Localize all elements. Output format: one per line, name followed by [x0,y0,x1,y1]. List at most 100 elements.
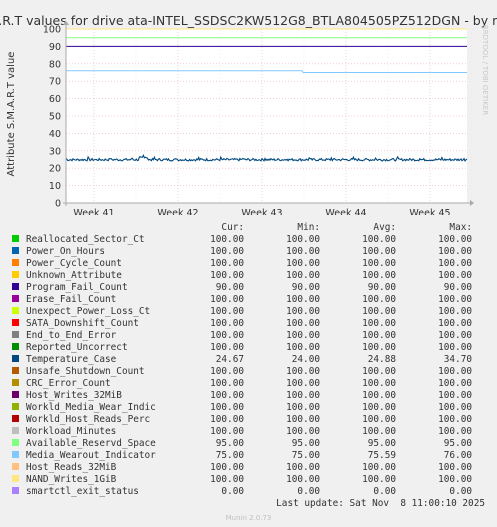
y-axis-label: Attribute S.M.A.R.T value [6,52,17,177]
legend-max-value: 76.00 [443,450,472,461]
y-tick-label: 80 [49,59,61,70]
legend-swatch [12,475,19,482]
legend-min-value: 100.00 [286,462,320,473]
legend-avg-value: 95.00 [367,438,396,449]
legend-series-name: Reported_Uncorrect [26,342,128,353]
legend-cur-value: 100.00 [210,474,244,485]
smart-chart: S.M.A.R.T values for drive ata-INTEL_SSD… [0,13,497,215]
legend-row: Media_Wearout_Indicator 75.00 75.00 75.59 76… [12,450,472,462]
legend-cur-value: 100.00 [210,294,244,305]
legend-cur-value: 100.00 [210,402,244,413]
legend-cur-value: 0.00 [221,486,244,497]
x-tick-label: Week 44 [325,208,366,215]
legend-series-name: Erase_Fail_Count [26,294,117,305]
legend-avg-value: 100.00 [362,294,396,305]
legend-min-value: 100.00 [286,414,320,425]
legend-max-value: 100.00 [438,294,472,305]
legend-min-value: 100.00 [286,378,320,389]
legend-row: Temperature_Case 24.67 24.00 24.88 34.70 [12,354,472,366]
y-tick-label: 60 [49,94,61,105]
legend-swatch [12,439,19,446]
legend-cur-value: 100.00 [210,366,244,377]
legend-avg-value: 100.00 [362,234,396,245]
legend-cur-value: 100.00 [210,330,244,341]
legend-header-avg: Avg: [373,222,396,233]
legend-min-value: 90.00 [291,282,320,293]
legend-max-value: 100.00 [438,414,472,425]
legend-cur-value: 75.00 [215,450,244,461]
legend-series-name: Workld_Host_Reads_Perc [26,414,151,425]
legend-swatch [12,355,19,362]
legend-max-value: 100.00 [438,342,472,353]
legend-min-value: 100.00 [286,258,320,269]
legend-row: smartctl_exit_status 0.00 0.00 0.00 0.00 [12,486,472,498]
y-tick-label: 100 [43,25,61,36]
legend-cur-value: 100.00 [210,426,244,437]
legend-max-value: 100.00 [438,270,472,281]
legend-cur-value: 100.00 [210,378,244,389]
legend-max-value: 100.00 [438,306,472,317]
legend-swatch [12,427,19,434]
legend-min-value: 100.00 [286,426,320,437]
chart-title: S.M.A.R.T values for drive ata-INTEL_SSD… [0,13,497,28]
legend-max-value: 100.00 [438,390,472,401]
legend-avg-value: 100.00 [362,270,396,281]
legend-max-value: 100.00 [438,402,472,413]
legend-series-name: Unsafe_Shutdown_Count [26,366,145,377]
legend-row: Workload_Minutes 100.00 100.00 100.00 100.00 [12,426,472,438]
legend-header-row: Cur: Min: Avg: Max: [12,222,472,234]
legend-avg-value: 100.00 [362,366,396,377]
legend-header-max: Max: [449,222,472,233]
legend-avg-value: 100.00 [362,402,396,413]
legend-min-value: 100.00 [286,270,320,281]
legend-swatch [12,295,19,302]
legend-series-name: Unexpect_Power_Loss_Ct [26,306,151,317]
legend-series-name: Unknown_Attribute [26,270,122,281]
legend-row: Host_Reads_32MiB 100.00 100.00 100.00 100.00 [12,462,472,474]
legend-avg-value: 100.00 [362,426,396,437]
legend-min-value: 75.00 [291,450,320,461]
legend-swatch [12,367,19,374]
legend-series-name: Power_Cycle_Count [26,258,122,269]
legend-avg-value: 100.00 [362,474,396,485]
legend-swatch [12,319,19,326]
legend-min-value: 100.00 [286,234,320,245]
legend-swatch [12,487,19,494]
legend-min-value: 100.00 [286,366,320,377]
legend-row: Workld_Media_Wear_Indic 100.00 100.00 100.0… [12,402,472,414]
legend-avg-value: 90.00 [367,282,396,293]
legend-min-value: 100.00 [286,246,320,257]
legend-series-name: End_to_End_Error [26,330,117,341]
legend-series-name: Reallocated_Sector_Ct [26,234,145,245]
legend-max-value: 0.00 [449,486,472,497]
legend-row: End_to_End_Error 100.00 100.00 100.00 100.00 [12,330,472,342]
legend-max-value: 100.00 [438,474,472,485]
legend-min-value: 100.00 [286,402,320,413]
legend-cur-value: 95.00 [215,438,244,449]
rrdtool-watermark: RRDTOOL / TOBI OETIKER [481,25,489,115]
legend-min-value: 100.00 [286,342,320,353]
legend-row: Host_Writes_32MiB 100.00 100.00 100.00 100.0… [12,390,472,402]
legend-max-value: 100.00 [438,246,472,257]
legend-min-value: 100.00 [286,390,320,401]
legend-series-name: Workld_Media_Wear_Indic [26,402,156,413]
legend-swatch [12,283,19,290]
legend-cur-value: 100.00 [210,462,244,473]
legend-cur-value: 90.00 [215,282,244,293]
legend-header-cur: Cur: [221,222,244,233]
legend-series-name: Workload_Minutes [26,426,117,437]
legend-header-min: Min: [297,222,320,233]
legend-cur-value: 100.00 [210,342,244,353]
legend-max-value: 100.00 [438,426,472,437]
legend-series-name: Host_Writes_32MiB [26,390,122,401]
legend-swatch [12,391,19,398]
legend-min-value: 100.00 [286,330,320,341]
legend-avg-value: 100.00 [362,306,396,317]
legend-min-value: 100.00 [286,306,320,317]
legend-row: Program_Fail_Count 90.00 90.00 90.00 90.00 [12,282,472,294]
x-axis-arrow [470,200,474,206]
legend-row: Unknown_Attribute 100.00 100.00 100.00 100.0… [12,270,472,282]
legend-series-name: CRC_Error_Count [26,378,111,389]
y-tick-label: 90 [49,42,61,53]
legend-swatch [12,463,19,470]
